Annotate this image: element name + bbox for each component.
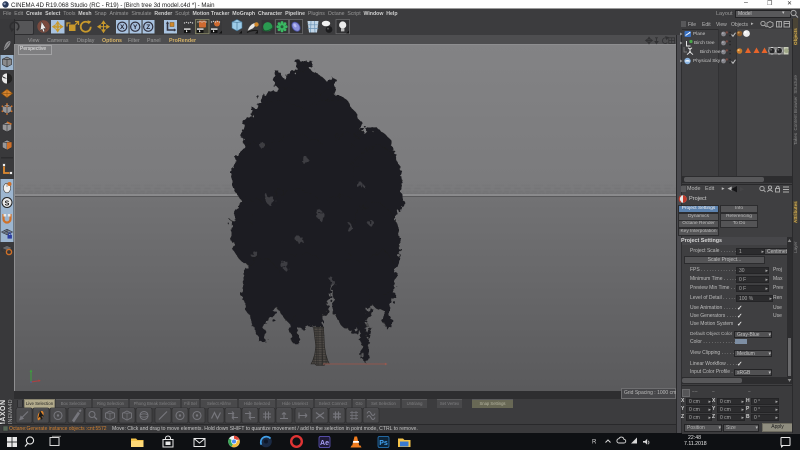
svg-text:X: X — [120, 24, 125, 31]
svg-text:Y: Y — [133, 24, 138, 31]
svg-text:Z: Z — [146, 24, 150, 31]
svg-text:Ae: Ae — [320, 440, 329, 447]
svg-text:R: R — [592, 440, 597, 446]
svg-text:Ps: Ps — [379, 440, 388, 447]
svg-text:S: S — [5, 200, 10, 207]
